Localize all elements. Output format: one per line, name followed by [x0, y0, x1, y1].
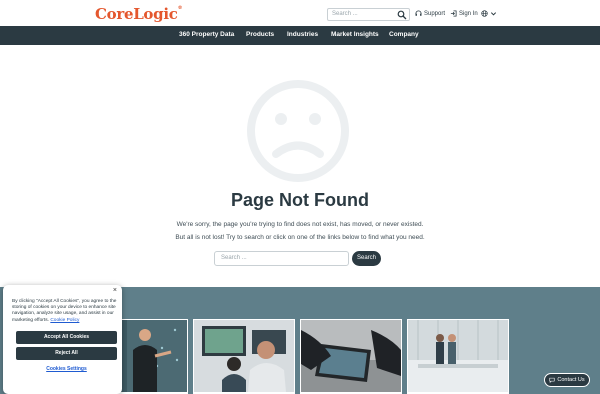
support-icon: [415, 10, 422, 16]
support-link[interactable]: Support: [415, 10, 445, 17]
card-image-tablet: [301, 320, 401, 392]
cookie-banner: × By clicking "Accept All Cookies", you …: [3, 285, 122, 394]
page: CoreLogic® Search ... Support Sign In 36…: [0, 0, 600, 394]
nav-item-products[interactable]: Products: [246, 31, 274, 38]
language-selector[interactable]: [481, 10, 497, 17]
notfound-hint: But all is not lost! Try to search or cl…: [175, 234, 425, 241]
search-icon[interactable]: [397, 10, 407, 20]
logo-trademark: ®: [177, 5, 183, 11]
notfound-message: We're sorry, the page you're trying to f…: [176, 221, 424, 228]
nav-item-company[interactable]: Company: [389, 31, 419, 38]
support-label: Support: [424, 10, 446, 17]
card-image-workstation: [194, 320, 294, 392]
signin-icon: [450, 10, 457, 17]
reject-all-button[interactable]: Reject All: [16, 347, 117, 360]
signin-label: Sign In: [459, 10, 478, 17]
nav-item-industries[interactable]: Industries: [287, 31, 318, 38]
signin-link[interactable]: Sign In: [450, 10, 478, 17]
chevron-down-icon: [490, 12, 497, 16]
accept-all-cookies-button[interactable]: Accept All Cookies: [16, 331, 117, 344]
link-card-2[interactable]: [193, 319, 295, 394]
card-image-office: [408, 320, 508, 392]
page-search-placeholder: Search ...: [221, 255, 247, 261]
main-nav: 360 Property Data Products Industries Ma…: [0, 26, 600, 45]
cookie-text-block: By clicking "Accept All Cookies", you ag…: [12, 299, 118, 324]
contact-us-label: Contact Us: [557, 377, 585, 383]
nav-item-360-property-data[interactable]: 360 Property Data: [179, 31, 234, 38]
corelogic-logo[interactable]: CoreLogic®: [95, 5, 183, 23]
page-title: Page Not Found: [231, 190, 369, 210]
link-card-3[interactable]: [300, 319, 402, 394]
cookies-settings-button[interactable]: Cookies Settings: [16, 363, 117, 376]
header-search-placeholder: Search ...: [332, 11, 358, 17]
search-button[interactable]: Search: [352, 251, 381, 266]
sad-face-icon: [247, 80, 349, 182]
header-search-input[interactable]: Search ...: [327, 8, 410, 21]
page-search-input[interactable]: Search ...: [214, 251, 349, 266]
logo-text: CoreLogic: [95, 5, 178, 23]
close-icon[interactable]: ×: [113, 287, 117, 294]
contact-us-button[interactable]: Contact Us: [544, 373, 590, 387]
cookie-policy-link[interactable]: Cookie Policy: [50, 318, 79, 323]
globe-icon: [481, 10, 488, 17]
chat-icon: [549, 377, 555, 383]
top-bar: CoreLogic® Search ... Support Sign In: [0, 0, 600, 26]
link-card-4[interactable]: [407, 319, 509, 394]
nav-item-market-insights[interactable]: Market Insights: [331, 31, 379, 38]
